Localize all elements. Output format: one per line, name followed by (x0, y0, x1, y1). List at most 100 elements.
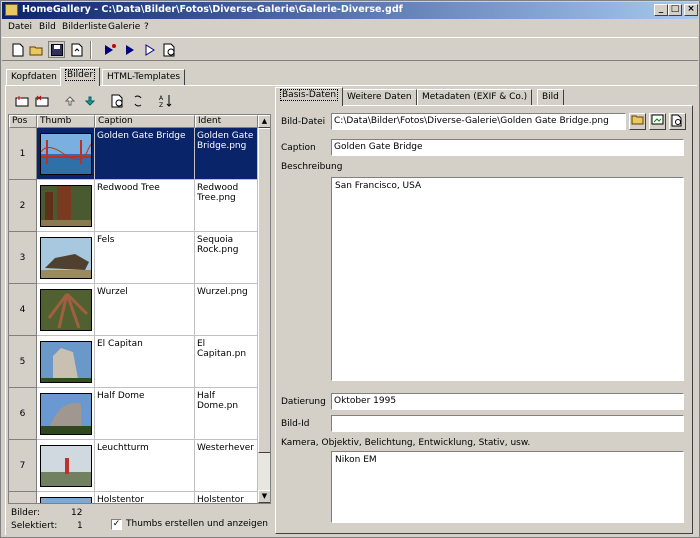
table-row[interactable]: 3 Fels Sequoia Rock.png (9, 232, 258, 284)
move-up-icon[interactable] (61, 92, 78, 109)
row-caption: Redwood Tree (95, 180, 195, 232)
tab-weitere-daten[interactable]: Weitere Daten (342, 89, 417, 105)
menu-bild[interactable]: Bild (39, 22, 56, 32)
remove-image-icon[interactable] (33, 92, 50, 109)
row-caption: Half Dome (95, 388, 195, 440)
column-header-pos[interactable]: Pos (9, 115, 37, 128)
datierung-field[interactable]: Oktober 1995 (331, 393, 684, 410)
toolbar-separator (90, 41, 92, 59)
tab-weitere-daten-label: Weitere Daten (347, 92, 412, 102)
bild-datei-field[interactable]: C:\Data\Bilder\Fotos\Diverse-Galerie\Gol… (331, 113, 626, 130)
datierung-label: Datierung (281, 397, 326, 407)
row-pos: 6 (9, 388, 37, 440)
refresh-icon[interactable] (129, 92, 146, 109)
minimize-button[interactable]: _ (654, 4, 668, 16)
close-button[interactable]: × (684, 4, 698, 16)
holstentor-thumb (40, 497, 92, 503)
beschreibung-textarea[interactable]: San Francisco, USA (331, 177, 684, 381)
tab-bilder-label: Bilder (65, 69, 96, 81)
tab-html-templates-label: HTML-Templates (107, 72, 181, 82)
row-caption: Golden Gate Bridge (95, 128, 195, 180)
move-down-icon[interactable] (81, 92, 98, 109)
el-capitan-thumb (40, 341, 92, 383)
add-image-icon[interactable] (13, 92, 30, 109)
tab-metadaten[interactable]: Metadaten (EXIF & Co.) (417, 89, 533, 105)
row-thumb-cell (37, 232, 95, 284)
root-thumb (40, 289, 92, 331)
table-row[interactable]: 2 Redwood Tree Redwood Tree.png (9, 180, 258, 232)
row-pos: 7 (9, 440, 37, 492)
row-ident: Half Dome.pn (195, 388, 258, 440)
row-ident: Redwood Tree.png (195, 180, 258, 232)
open-folder-icon[interactable] (629, 113, 646, 130)
new-file-icon[interactable] (9, 41, 26, 58)
preview-image-icon[interactable] (109, 92, 126, 109)
table-row[interactable]: 7 Leuchtturm Westerhever (9, 440, 258, 492)
thumbs-checkbox[interactable]: ✓ (111, 519, 122, 530)
next-icon[interactable] (141, 41, 158, 58)
table-row[interactable]: 4 Wurzel Wurzel.png (9, 284, 258, 336)
tab-basis-daten[interactable]: Basis-Daten (275, 87, 344, 106)
selektiert-count-label: Selektiert: (11, 521, 58, 531)
row-pos: 8 (9, 492, 37, 503)
tab-kopfdaten[interactable]: Kopfdaten (6, 69, 62, 85)
menu-bilderliste[interactable]: Bilderliste (62, 22, 107, 32)
row-thumb-cell (37, 336, 95, 388)
scroll-thumb[interactable] (258, 128, 270, 453)
row-ident: Wurzel.png (195, 284, 258, 336)
menu-help[interactable]: ? (144, 22, 149, 32)
lighthouse-thumb (40, 445, 92, 487)
bild-id-field[interactable] (331, 415, 684, 432)
play-icon[interactable] (121, 41, 138, 58)
list-scrollbar[interactable]: ▲ ▼ (258, 115, 270, 503)
table-row[interactable]: 8 Holstentor Holstentor (9, 492, 258, 503)
play-all-icon[interactable] (101, 41, 118, 58)
tab-bild-label: Bild (542, 92, 559, 102)
thumbs-checkbox-label[interactable]: Thumbs erstellen und anzeigen (126, 519, 268, 529)
column-header-thumb[interactable]: Thumb (37, 115, 95, 128)
selektiert-count-value: 1 (77, 521, 83, 531)
row-caption: Fels (95, 232, 195, 284)
save-disk-icon[interactable] (48, 41, 65, 58)
open-folder-icon[interactable] (28, 41, 45, 58)
scroll-up-icon[interactable]: ▲ (258, 115, 270, 128)
redwood-thumb (40, 185, 92, 227)
menu-bar: Datei Bild Bilderliste Galerie ? (2, 20, 698, 35)
table-row[interactable]: 6 Half Dome Half Dome.pn (9, 388, 258, 440)
tab-bilder[interactable]: Bilder (60, 67, 101, 86)
bilder-count-value: 12 (71, 508, 83, 518)
row-pos: 3 (9, 232, 37, 284)
tab-html-templates[interactable]: HTML-Templates (102, 69, 186, 85)
menu-galerie[interactable]: Galerie (108, 22, 140, 32)
row-ident: Westerhever (195, 440, 258, 492)
rock-thumb (40, 237, 92, 279)
row-thumb-cell (37, 180, 95, 232)
menu-datei[interactable]: Datei (8, 22, 32, 32)
sort-az-icon[interactable]: AZ (157, 92, 174, 109)
main-toolbar (2, 37, 698, 61)
maximize-button[interactable]: □ (668, 4, 682, 16)
image-edit-icon[interactable] (649, 113, 666, 130)
app-icon (5, 4, 18, 16)
row-caption: Wurzel (95, 284, 195, 336)
table-row[interactable]: 5 El Capitan El Capitan.pn (9, 336, 258, 388)
bild-datei-label: Bild-Datei (281, 117, 326, 127)
tab-metadaten-label: Metadaten (EXIF & Co.) (422, 92, 528, 102)
row-pos: 2 (9, 180, 37, 232)
kamera-label: Kamera, Objektiv, Belichtung, Entwicklun… (281, 438, 531, 448)
caption-field[interactable]: Golden Gate Bridge (331, 139, 684, 156)
row-ident: Sequoia Rock.png (195, 232, 258, 284)
row-pos: 5 (9, 336, 37, 388)
preview-icon[interactable] (161, 41, 178, 58)
image-preview-icon[interactable] (669, 113, 686, 130)
scroll-down-icon[interactable]: ▼ (258, 490, 270, 503)
column-header-caption[interactable]: Caption (95, 115, 195, 128)
tab-bild[interactable]: Bild (537, 89, 564, 105)
kamera-textarea[interactable]: Nikon EM (331, 451, 684, 523)
caption-label: Caption (281, 143, 316, 153)
export-icon[interactable] (68, 41, 85, 58)
row-thumb-cell (37, 284, 95, 336)
column-header-ident[interactable]: Ident (195, 115, 258, 128)
row-caption: El Capitan (95, 336, 195, 388)
table-row[interactable]: 1 Golden Gate Bridge Golden Gate Bridge.… (9, 128, 258, 180)
